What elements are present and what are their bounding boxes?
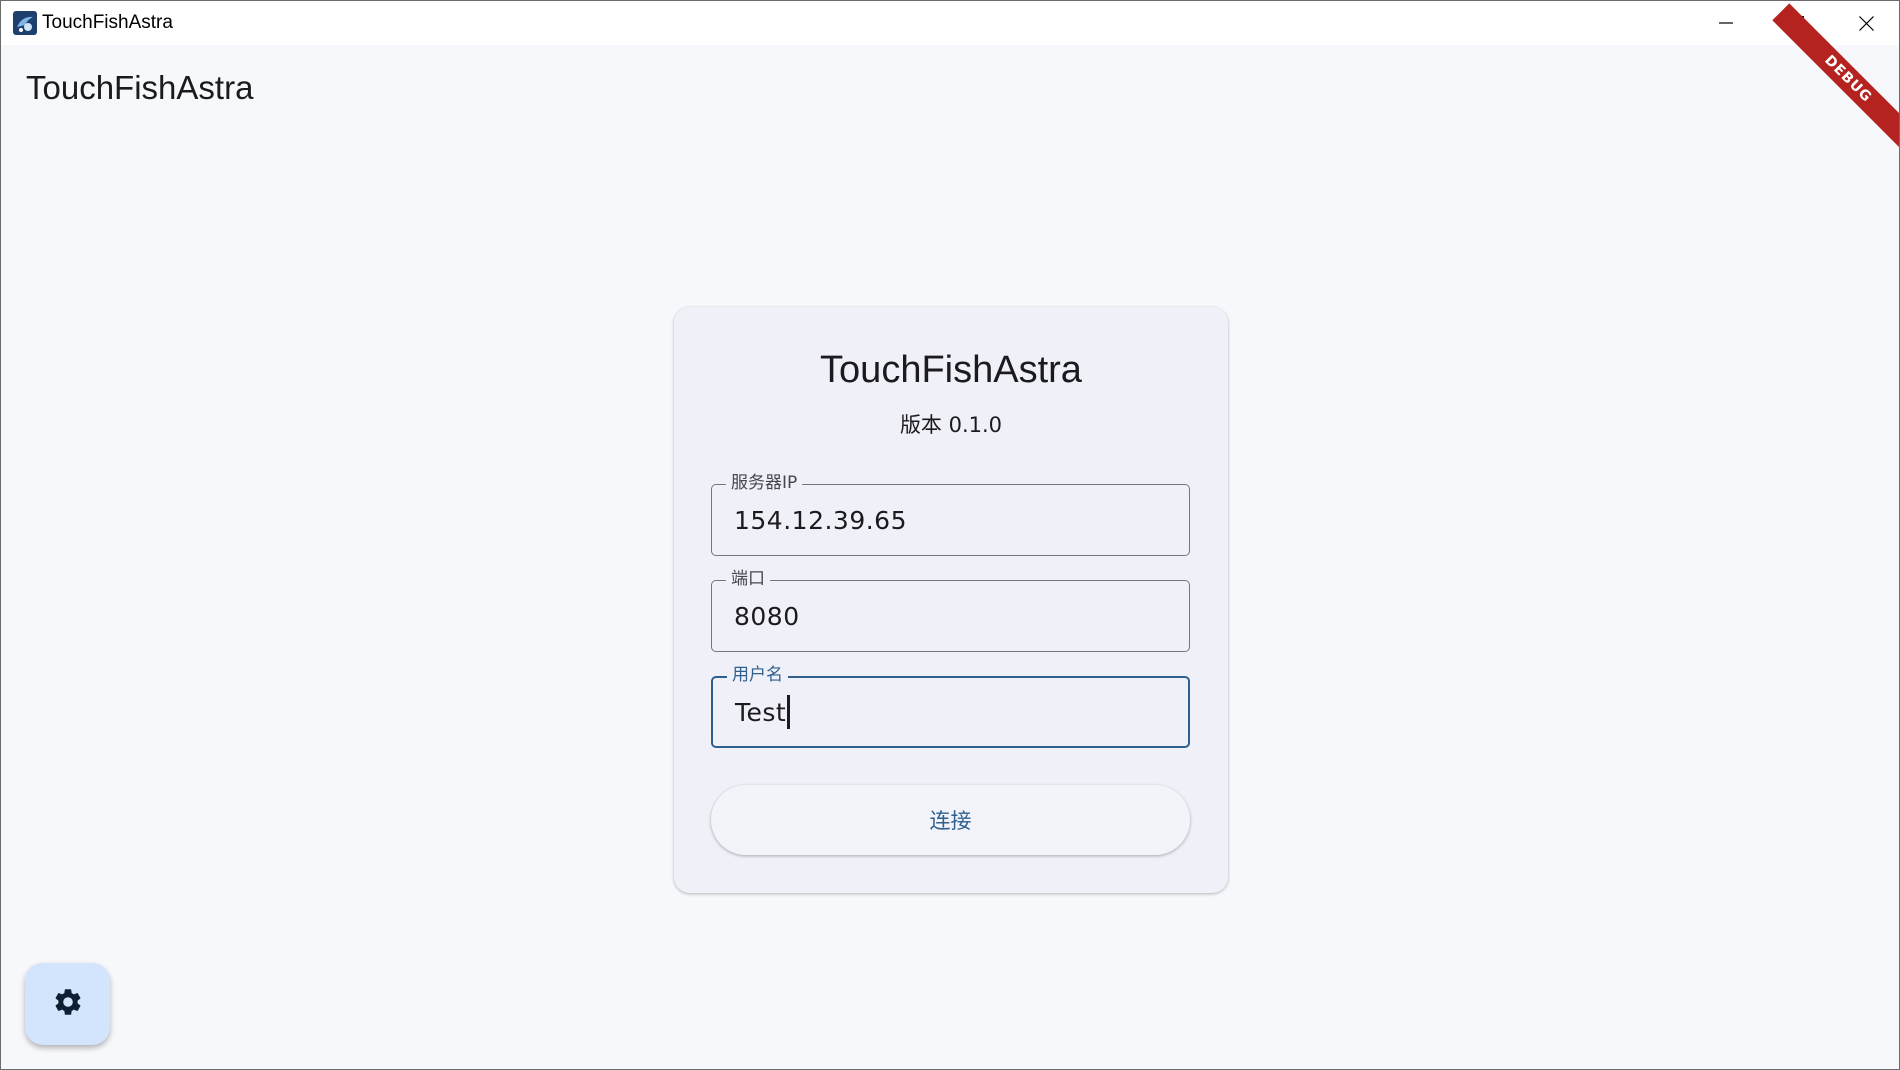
- gear-icon: [52, 986, 84, 1022]
- port-input[interactable]: 8080: [734, 581, 800, 651]
- title-bar[interactable]: TouchFishAstra: [1, 1, 1899, 45]
- server-ip-input[interactable]: 154.12.39.65: [734, 485, 907, 555]
- username-field[interactable]: 用户名 Test: [711, 664, 1190, 748]
- window-title: TouchFishAstra: [42, 12, 173, 33]
- username-input[interactable]: Test: [735, 678, 790, 746]
- server-ip-field[interactable]: 服务器IP 154.12.39.65: [711, 472, 1190, 556]
- minimize-button[interactable]: [1691, 1, 1761, 45]
- card-title: TouchFishAstra: [820, 349, 1082, 391]
- connection-card: TouchFishAstra 版本 0.1.0 服务器IP 154.12.39.…: [674, 307, 1228, 893]
- port-field[interactable]: 端口 8080: [711, 568, 1190, 652]
- minimize-icon: [1719, 16, 1733, 30]
- app-window: TouchFishAstra TouchFishAstra DEBUG Touc…: [0, 0, 1900, 1070]
- appbar-title: TouchFishAstra: [26, 69, 254, 106]
- settings-button[interactable]: [25, 963, 110, 1045]
- version-label: 版本 0.1.0: [899, 413, 1003, 437]
- username-value: Test: [735, 697, 787, 727]
- app-icon: [13, 11, 37, 35]
- text-caret: [787, 695, 790, 729]
- connect-button[interactable]: 连接: [711, 785, 1190, 855]
- close-icon: [1858, 15, 1874, 31]
- close-button[interactable]: [1831, 1, 1899, 45]
